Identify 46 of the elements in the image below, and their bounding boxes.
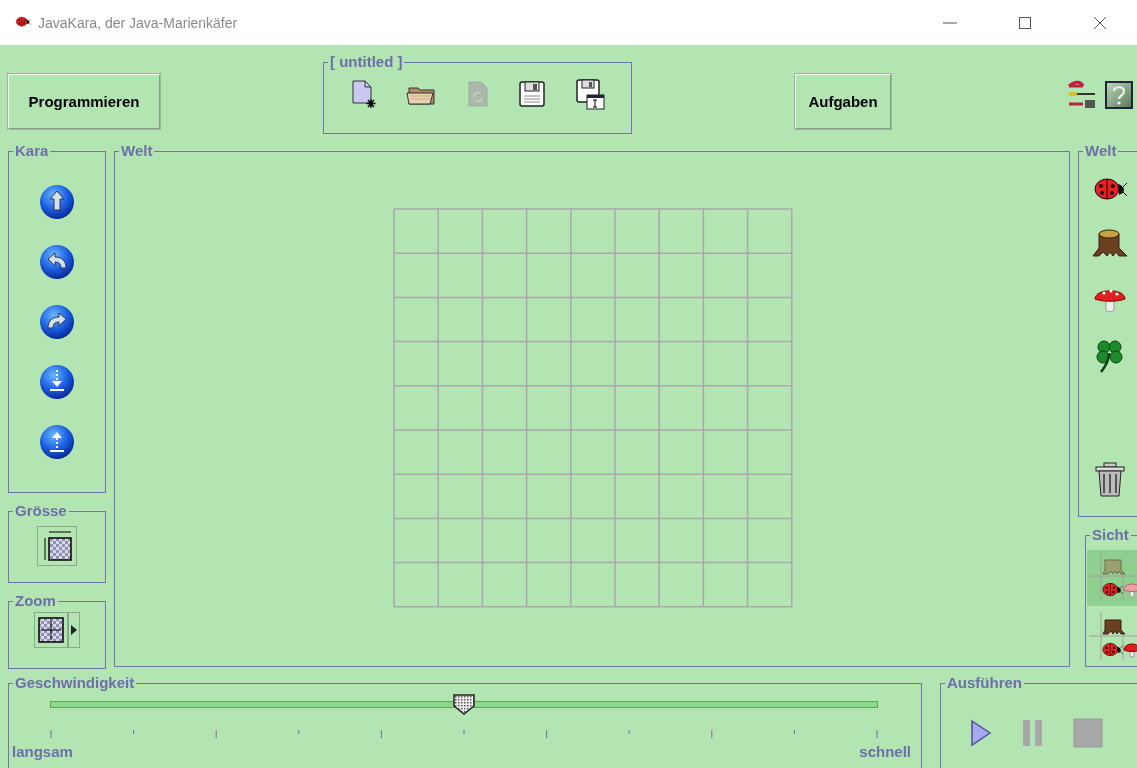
play-button[interactable]: [969, 719, 993, 747]
forward-command-button[interactable]: [39, 184, 75, 220]
save-as-icon: [574, 78, 605, 110]
tasks-button[interactable]: Aufgaben: [795, 74, 891, 129]
new-file-icon: [350, 79, 377, 109]
turn-right-icon: [39, 304, 75, 340]
turn-left-icon: [39, 244, 75, 280]
saveas-button[interactable]: [574, 78, 605, 110]
world-size-button[interactable]: [37, 526, 77, 566]
pick-up-icon: [39, 424, 75, 460]
view-preview-icon: [1087, 550, 1137, 602]
view-preview-icon: [1087, 610, 1137, 662]
new-button[interactable]: [350, 79, 377, 109]
program-button[interactable]: Programmieren: [8, 74, 160, 129]
resize-grid-icon: [41, 529, 73, 563]
save-button[interactable]: [517, 80, 546, 108]
stump-tool-button[interactable]: [1091, 226, 1129, 258]
trash-tool-button[interactable]: [1094, 462, 1126, 498]
slider-thumb[interactable]: [452, 693, 476, 715]
close-icon: [1092, 15, 1107, 30]
put-down-icon: [39, 364, 75, 400]
tools-button[interactable]: [1067, 80, 1097, 110]
fast-label: schnell: [859, 743, 911, 760]
thumb-icon: [452, 693, 476, 715]
trash-can-icon: [1094, 462, 1126, 498]
zoom-button[interactable]: [34, 612, 80, 648]
right-command-button[interactable]: [39, 304, 75, 340]
put-command-button[interactable]: [39, 364, 75, 400]
group-title: Geschwindigkeit: [13, 674, 137, 692]
stop-icon: [1073, 718, 1103, 748]
reload-file-icon: [466, 80, 489, 108]
help-button[interactable]: [1105, 81, 1133, 109]
minimize-icon: [942, 21, 957, 24]
slow-label: langsam: [12, 743, 73, 760]
tree-stump-icon: [1091, 226, 1129, 258]
window-title: JavaKara, der Java-Marienkäfer: [38, 14, 239, 31]
zoom-grid-icon: [35, 615, 67, 645]
tools-icon: [1067, 80, 1097, 110]
pause-icon: [1021, 718, 1045, 748]
play-icon: [969, 719, 993, 747]
caret-icon: [71, 625, 77, 635]
group-title: [ untitled ]: [328, 53, 405, 71]
take-command-button[interactable]: [39, 424, 75, 460]
maximize-icon: [1017, 15, 1032, 30]
left-command-button[interactable]: [39, 244, 75, 280]
view-option[interactable]: [1087, 550, 1137, 606]
